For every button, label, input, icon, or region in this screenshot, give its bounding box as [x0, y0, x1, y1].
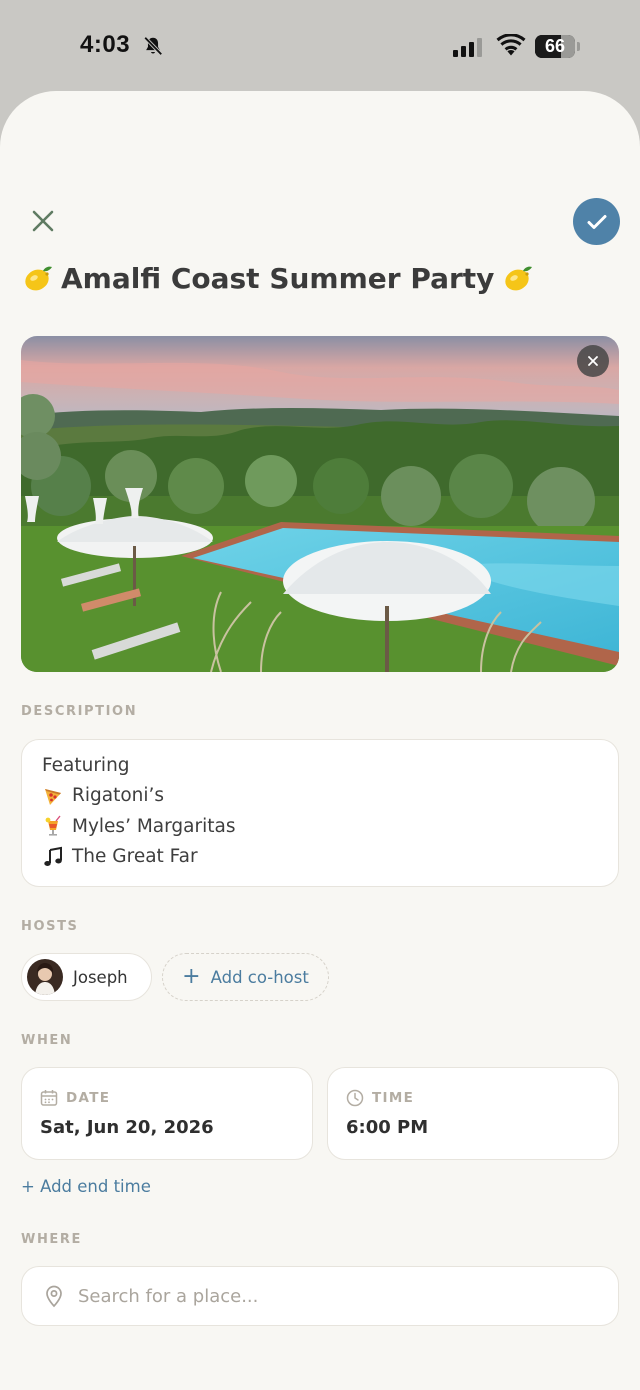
pizza-icon: [45, 788, 61, 805]
add-cohost-label: Add co-host: [210, 967, 309, 987]
music-note-icon: [44, 846, 62, 866]
location-search-input[interactable]: [78, 1285, 578, 1307]
tropical-drink-icon: [45, 815, 61, 836]
wifi-icon: [496, 34, 526, 56]
date-value: Sat, Jun 20, 2026: [40, 1117, 214, 1138]
battery-level: 66: [544, 36, 566, 56]
event-cover-photo[interactable]: [21, 336, 619, 672]
host-name: Joseph: [73, 967, 128, 987]
hosts-label: HOSTS: [21, 919, 79, 934]
description-line-text: Featuring: [42, 754, 130, 776]
lemon-icon: [25, 266, 52, 291]
add-end-time-link[interactable]: + Add end time: [21, 1177, 151, 1196]
status-bar: 4:03 66: [0, 0, 640, 92]
battery-nub: [577, 42, 580, 51]
time-card-label: TIME: [346, 1089, 414, 1107]
bell-slash-icon: [143, 36, 163, 56]
close-button[interactable]: [22, 200, 64, 242]
status-time: 4:03: [80, 31, 131, 58]
close-icon: [588, 356, 598, 366]
avatar: [27, 959, 63, 995]
description-line: Rigatoni’s: [42, 781, 598, 812]
calendar-icon: [40, 1090, 58, 1106]
plus-icon: +: [182, 964, 201, 989]
time-value: 6:00 PM: [346, 1117, 429, 1138]
description-line: Featuring: [42, 750, 598, 781]
date-label: DATE: [66, 1090, 111, 1106]
remove-photo-button[interactable]: [577, 345, 609, 377]
host-chip[interactable]: Joseph: [21, 953, 152, 1001]
battery-indicator: 66: [535, 35, 575, 58]
when-label: WHEN: [21, 1033, 73, 1048]
confirm-button[interactable]: [573, 198, 620, 245]
clock-icon: [346, 1089, 364, 1107]
add-cohost-button[interactable]: + Add co-host: [162, 953, 329, 1001]
description-line-text: The Great Far: [72, 846, 198, 868]
check-icon: [587, 214, 606, 229]
time-picker[interactable]: TIME 6:00 PM: [327, 1067, 619, 1160]
cellular-signal-icon: [453, 38, 482, 57]
landscape-pool-image: [21, 336, 619, 672]
where-label: WHERE: [21, 1232, 82, 1247]
description-line: Myles’ Margaritas: [42, 811, 598, 842]
time-label: TIME: [372, 1090, 415, 1106]
description-line: The Great Far: [42, 842, 598, 873]
description-label: DESCRIPTION: [21, 704, 138, 719]
location-pin-icon: [46, 1285, 62, 1308]
location-search-field[interactable]: [21, 1266, 619, 1326]
event-title-text: Amalfi Coast Summer Party: [61, 261, 495, 295]
date-picker[interactable]: DATE Sat, Jun 20, 2026: [21, 1067, 313, 1160]
close-icon: [32, 210, 54, 232]
description-line-text: Myles’ Margaritas: [72, 815, 236, 837]
description-field[interactable]: Featuring Rigatoni’s Myles’ Margaritas T…: [21, 739, 619, 887]
description-line-text: Rigatoni’s: [72, 785, 165, 807]
lemon-icon: [505, 266, 533, 291]
date-card-label: DATE: [40, 1089, 110, 1107]
event-title[interactable]: Amalfi Coast Summer Party: [22, 258, 622, 298]
